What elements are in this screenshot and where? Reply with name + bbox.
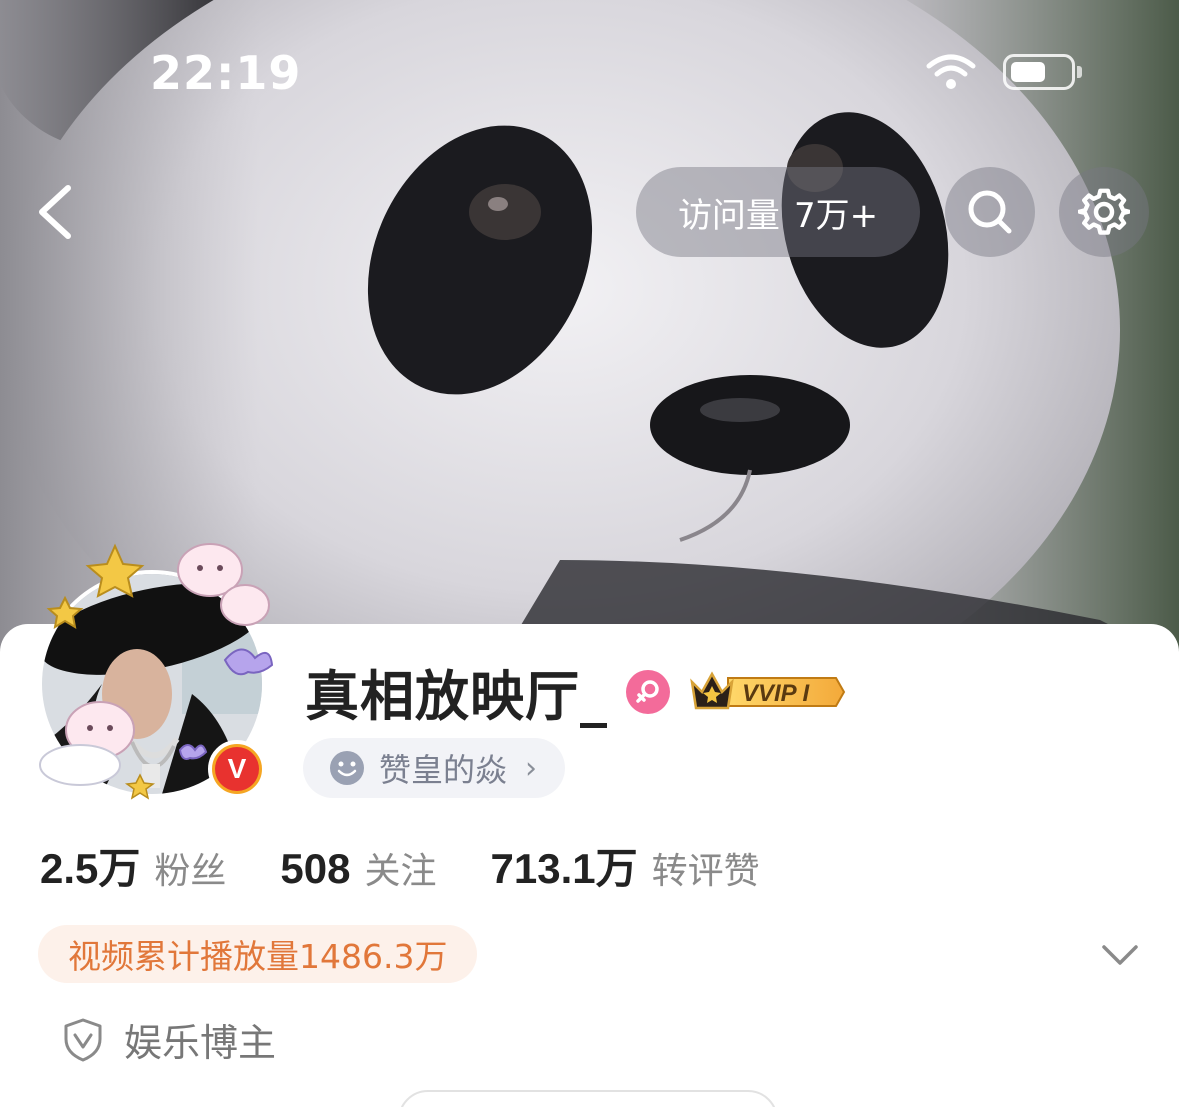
fanclub-label: 赞皇的焱 <box>379 751 508 789</box>
visits-value: 7万+ <box>793 195 879 236</box>
stats-row: 2.5万 粉丝 508 关注 713.1万 转评赞 <box>40 835 814 896</box>
visits-counter-button[interactable]: 访问量 7万+ <box>636 167 920 257</box>
search-button[interactable] <box>945 167 1035 257</box>
stat-followers[interactable]: 2.5万 粉丝 <box>40 835 226 896</box>
category-row[interactable]: 娱乐博主 <box>62 1012 276 1067</box>
gear-icon <box>1078 188 1130 235</box>
stat-interactions[interactable]: 713.1万 转评赞 <box>491 835 760 896</box>
avatar-frame-decoration <box>39 543 274 800</box>
status-time: 22:19 <box>150 46 302 100</box>
stat-value: 2.5万 <box>40 845 141 892</box>
username: 真相放映厅_ <box>305 665 608 728</box>
visits-label: 访问量 <box>677 195 780 236</box>
vip-badge[interactable]: VVIP I <box>688 668 848 716</box>
female-icon <box>626 669 670 714</box>
category-label: 娱乐博主 <box>124 1021 277 1065</box>
bottom-action-button[interactable] <box>398 1090 778 1107</box>
crown-icon <box>690 670 734 709</box>
stat-value: 508 <box>280 845 351 892</box>
battery-icon <box>1003 52 1083 92</box>
stat-label: 粉丝 <box>154 851 227 892</box>
stat-label: 转评赞 <box>651 851 760 892</box>
search-icon <box>968 190 1012 234</box>
settings-button[interactable] <box>1059 167 1149 257</box>
chevron-right-icon: › <box>525 750 538 786</box>
back-button[interactable] <box>28 180 88 244</box>
smile-icon <box>330 751 364 785</box>
avatar-container[interactable]: V <box>30 540 280 800</box>
vip-label: VVIP I <box>742 680 810 707</box>
wifi-icon <box>926 54 976 89</box>
stat-following[interactable]: 508 关注 <box>280 842 436 894</box>
stat-label: 关注 <box>364 851 437 892</box>
chevron-down-icon[interactable] <box>1100 935 1140 975</box>
play-count-badge[interactable]: 视频累计播放量1486.3万 <box>38 925 478 983</box>
fanclub-button[interactable]: 赞皇的焱 › <box>303 738 566 798</box>
shield-icon <box>64 1018 102 1061</box>
stat-value: 713.1万 <box>490 845 638 892</box>
